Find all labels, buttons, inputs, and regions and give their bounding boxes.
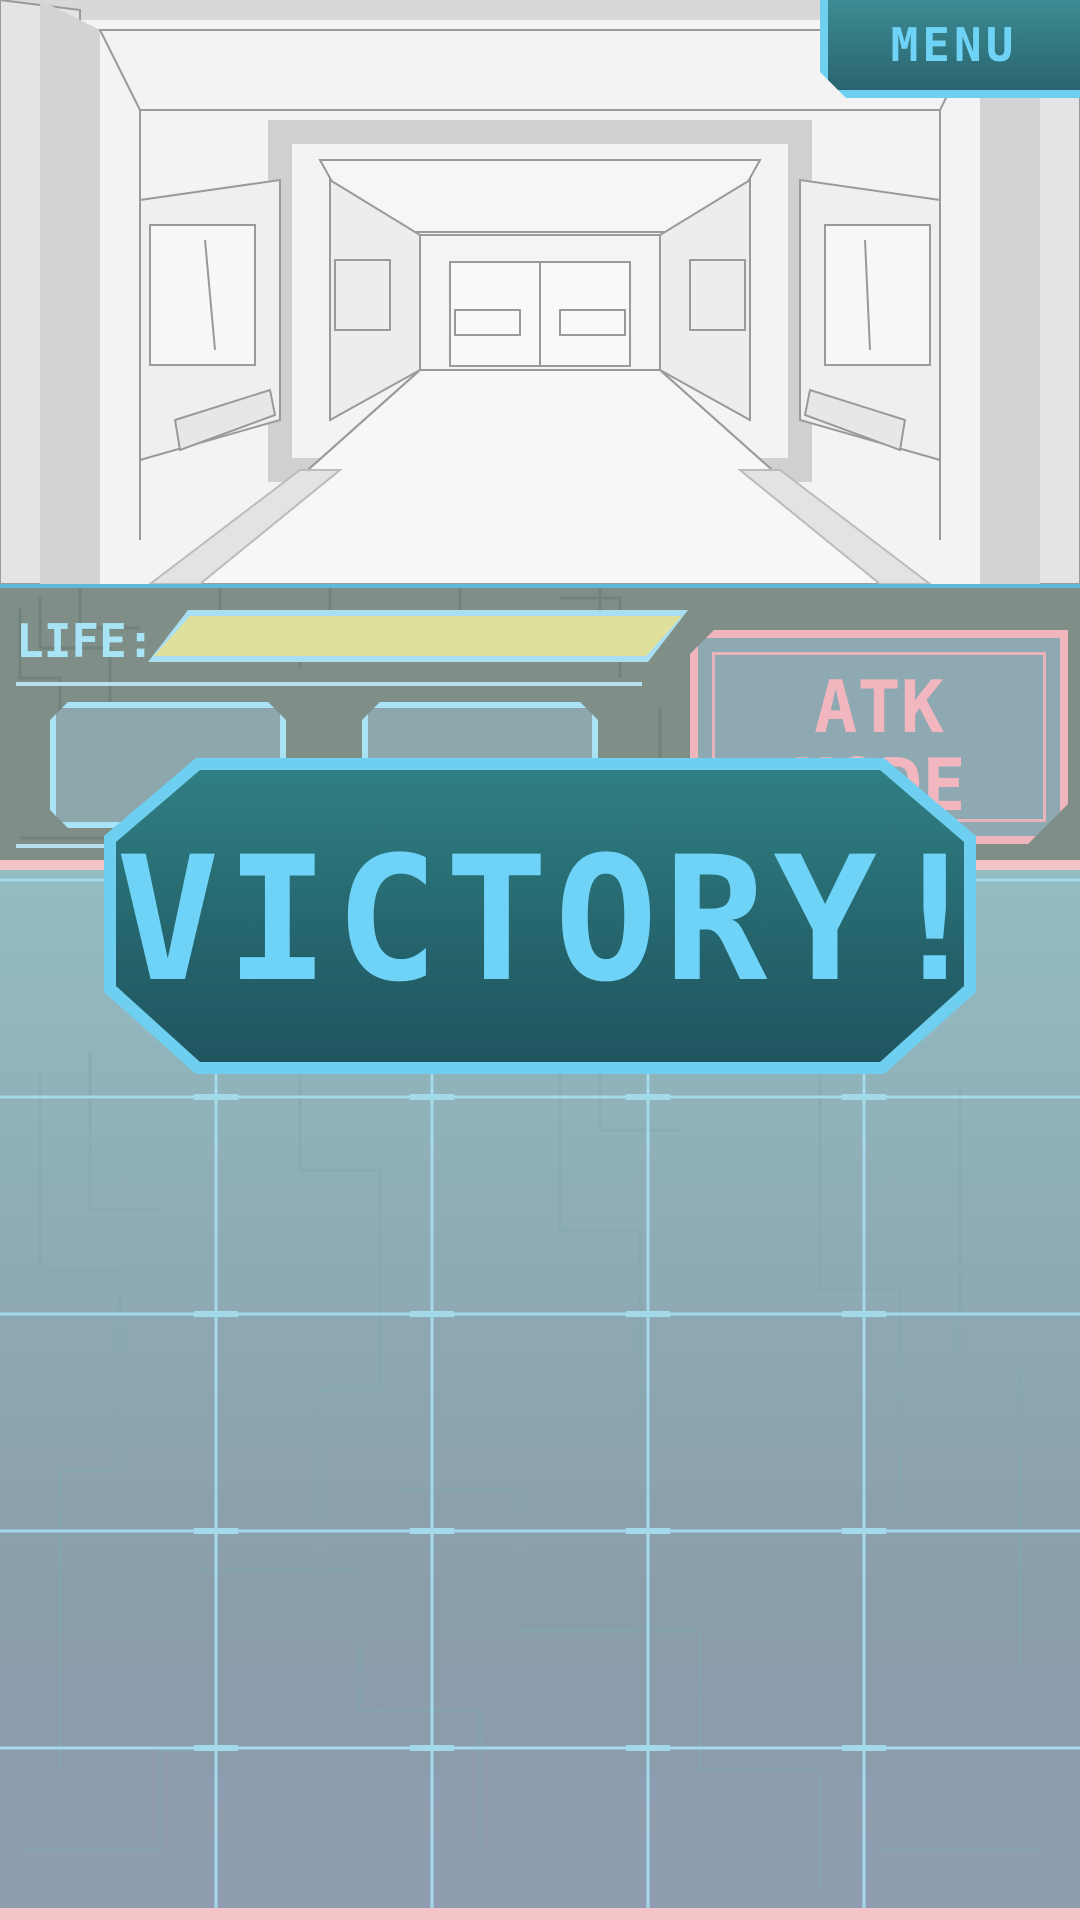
board-bottom-border: [0, 1908, 1080, 1920]
life-label: LIFE:: [16, 614, 155, 668]
hud-divider: [16, 682, 642, 686]
menu-button-label: MENU: [890, 18, 1018, 72]
victory-text: VICTORY!: [116, 819, 964, 1020]
victory-banner-inner: VICTORY!: [116, 770, 964, 1062]
victory-banner: VICTORY!: [104, 758, 976, 1074]
menu-button[interactable]: MENU: [820, 0, 1080, 98]
life-bar-fill: [154, 616, 682, 656]
life-bar: [148, 610, 688, 662]
circuit-pattern-icon: [20, 990, 1040, 1890]
